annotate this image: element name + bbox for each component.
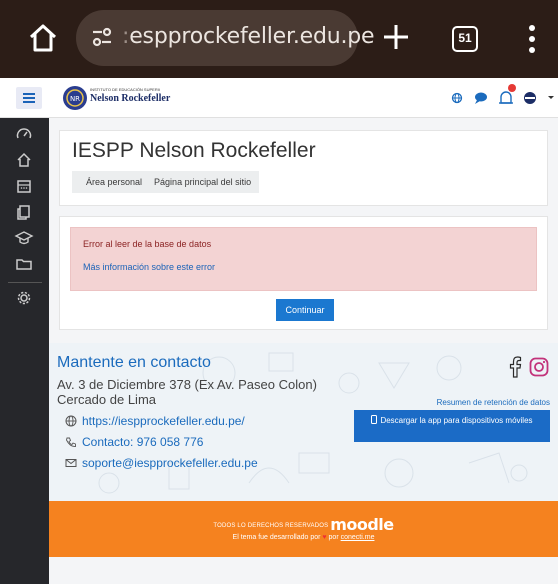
dashboard-icon[interactable]	[14, 124, 34, 144]
logo-emblem-icon: NR	[63, 86, 87, 110]
site-settings-icon[interactable]	[90, 25, 114, 49]
phone-text: Contacto: 976 058 776	[82, 435, 204, 449]
courses-icon[interactable]	[14, 228, 34, 248]
mobile-phone-icon	[371, 415, 378, 424]
more-options-icon[interactable]	[522, 22, 542, 56]
files-icon[interactable]	[14, 202, 34, 222]
envelope-icon	[65, 459, 77, 467]
svg-text:NR: NR	[70, 95, 80, 103]
download-app-button[interactable]: Descargar la app para dispositivos móvil…	[354, 410, 550, 442]
address-bar[interactable]: :espprockefeller.edu.pe	[76, 10, 375, 66]
website-text: https://iespprockefeller.edu.pe/	[82, 414, 245, 428]
breadcrumb: Área personal Página principal del sitio	[72, 171, 260, 193]
download-app-label: Descargar la app para dispositivos móvil…	[380, 416, 533, 425]
email-text: soporte@iespprockefeller.edu.pe	[82, 456, 258, 470]
copyright-text: TODOS LO DERECHOS RESERVADOS moodle	[49, 515, 558, 534]
home-icon[interactable]	[27, 22, 59, 54]
phone-icon	[66, 437, 76, 447]
heart-icon: ♥	[322, 534, 327, 541]
browser-toolbar: :espprockefeller.edu.pe 51	[0, 0, 558, 78]
address-line-2: Cercado de Lima	[57, 392, 156, 407]
continue-button[interactable]: Continuar	[276, 299, 334, 321]
url-text: :espprockefeller.edu.pe	[122, 24, 375, 49]
language-icon[interactable]	[451, 92, 463, 104]
conectime-link[interactable]: conecti.me	[341, 534, 375, 541]
facebook-icon[interactable]	[508, 356, 522, 378]
chevron-down-icon[interactable]	[548, 96, 554, 99]
page-content: IESPP Nelson Rockefeller Área personal P…	[49, 118, 558, 584]
more-info-link[interactable]: Más información sobre este error	[83, 262, 215, 272]
phone-link[interactable]: Contacto: 976 058 776	[65, 435, 203, 449]
email-link[interactable]: soporte@iespprockefeller.edu.pe	[65, 456, 258, 470]
page-title: IESPP Nelson Rockefeller	[72, 139, 316, 162]
calendar-icon[interactable]	[14, 176, 34, 196]
data-retention-link[interactable]: Resumen de retención de datos	[437, 398, 550, 407]
breadcrumb-item-dashboard[interactable]: Área personal	[86, 177, 142, 187]
messages-icon[interactable]	[475, 92, 487, 105]
breadcrumb-item-site-home[interactable]: Página principal del sitio	[154, 177, 251, 187]
notifications-icon[interactable]	[499, 84, 516, 104]
home-nav-icon[interactable]	[14, 150, 34, 170]
tab-switcher-button[interactable]: 51	[452, 26, 478, 52]
rights-label: TODOS LO DERECHOS RESERVADOS	[213, 523, 329, 529]
logo-name: Nelson Rockefeller	[90, 93, 171, 104]
avatar[interactable]	[524, 92, 536, 104]
moodle-logo: moodle	[330, 515, 394, 534]
error-card: Error al leer de la base de datos Más in…	[59, 216, 548, 330]
gear-icon[interactable]	[14, 288, 34, 308]
drawer-toggle-button[interactable]	[16, 87, 42, 109]
side-drawer	[0, 118, 49, 584]
page-header: IESPP Nelson Rockefeller Área personal P…	[59, 130, 548, 206]
site-logo[interactable]: NR INSTITUTO DE EDUCACIÓN SUPERIOR PEDAG…	[62, 84, 170, 112]
theme-credit: El tema fue desarrollado por ♥ por conec…	[49, 534, 558, 541]
folder-icon[interactable]	[14, 254, 34, 274]
address-line-1: Av. 3 de Diciembre 378 (Ex Av. Paseo Col…	[57, 377, 317, 392]
error-alert: Error al leer de la base de datos Más in…	[70, 227, 537, 291]
contact-heading: Mantente en contacto	[57, 354, 211, 371]
copyright-bar: TODOS LO DERECHOS RESERVADOS moodle El t…	[49, 501, 558, 557]
globe-icon	[65, 415, 77, 427]
logo-subtitle: INSTITUTO DE EDUCACIÓN SUPERIOR PEDAGÓGI…	[90, 87, 160, 92]
error-message: Error al leer de la base de datos	[83, 239, 212, 249]
website-link[interactable]: https://iespprockefeller.edu.pe/	[65, 414, 245, 428]
site-navbar: NR INSTITUTO DE EDUCACIÓN SUPERIOR PEDAG…	[0, 78, 558, 118]
credit-prefix: El tema fue desarrollado por	[232, 534, 321, 541]
new-tab-icon[interactable]	[380, 21, 412, 53]
drawer-divider	[8, 282, 42, 283]
instagram-icon[interactable]	[529, 357, 549, 377]
credit-by: por	[328, 534, 339, 541]
navbar-actions	[451, 84, 554, 105]
footer: Mantente en contacto Av. 3 de Diciembre …	[49, 343, 558, 501]
